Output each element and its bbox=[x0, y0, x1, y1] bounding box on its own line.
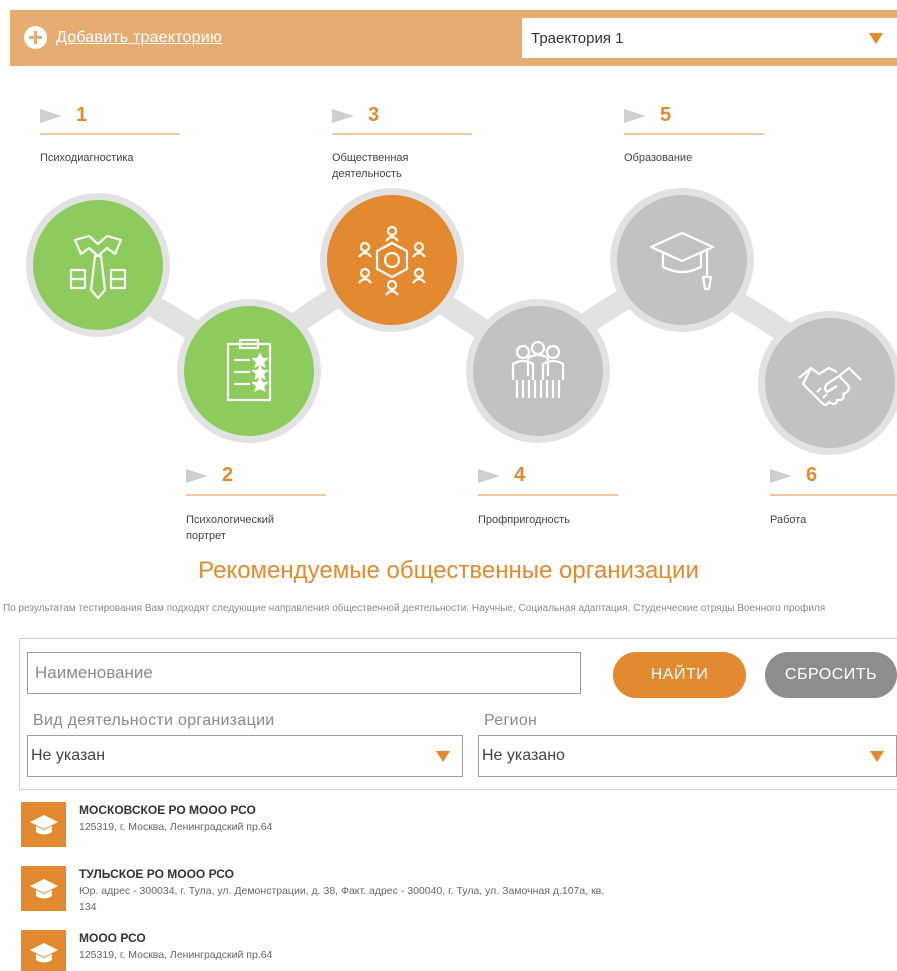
clipboard-stars-icon bbox=[226, 338, 272, 402]
activity-type-label: Вид деятельности организации bbox=[33, 712, 275, 729]
trajectory-select-value: Траектория 1 bbox=[531, 29, 624, 47]
step-4-header: 4 bbox=[478, 464, 525, 487]
section-title: Рекомендуемые общественные организации bbox=[198, 557, 699, 584]
step-divider bbox=[186, 494, 326, 496]
step-3-header: 3 bbox=[332, 104, 379, 127]
name-search-input[interactable] bbox=[27, 652, 581, 694]
step-divider bbox=[478, 494, 618, 496]
step-6-circle[interactable] bbox=[765, 318, 895, 448]
region-select[interactable]: Не указано bbox=[478, 735, 897, 777]
step-label: Общественная деятельность bbox=[332, 152, 409, 180]
region-value: Не указано bbox=[482, 747, 565, 764]
step-divider bbox=[770, 494, 897, 496]
graduation-cap-icon bbox=[21, 930, 66, 971]
organization-address: Юр. адрес - 300034, г. Тула, ул. Демонст… bbox=[79, 885, 605, 913]
step-number: 3 bbox=[368, 104, 380, 126]
step-number: 5 bbox=[660, 104, 672, 126]
organization-item[interactable]: МООО РСО 125319, г. Москва, Ленинградски… bbox=[21, 930, 609, 971]
step-1-header: 1 bbox=[40, 104, 87, 127]
trajectory-toolbar: Добавить траекторию Траектория 1 bbox=[10, 10, 897, 66]
step-divider bbox=[40, 133, 180, 135]
step-divider bbox=[332, 133, 472, 135]
people-network-icon bbox=[358, 225, 426, 296]
organization-address: 125319, г. Москва, Ленинградский пр.64 bbox=[79, 949, 273, 961]
activity-type-value: Не указан bbox=[31, 747, 106, 764]
step-number: 1 bbox=[76, 104, 88, 126]
find-button[interactable]: НАЙТИ bbox=[613, 652, 746, 698]
step-label: Работа bbox=[770, 514, 807, 526]
step-label: Психодиагностика bbox=[40, 152, 134, 164]
graduation-cap-icon bbox=[649, 231, 715, 291]
dropdown-arrow-icon bbox=[436, 751, 450, 762]
results-note: По результатам тестирования Вам подходят… bbox=[3, 603, 826, 614]
step-5-header: 5 bbox=[624, 104, 671, 127]
plus-circle-icon bbox=[24, 26, 47, 49]
shirt-tie-icon bbox=[69, 234, 127, 300]
graduation-cap-icon bbox=[21, 802, 66, 847]
arrow-right-icon bbox=[186, 468, 208, 483]
step-6-header: 6 bbox=[770, 464, 817, 487]
organization-item[interactable]: ТУЛЬСКОЕ РО МООО РСО Юр. адрес - 300034,… bbox=[21, 866, 609, 915]
group-people-icon bbox=[511, 340, 565, 398]
dropdown-arrow-icon bbox=[870, 751, 884, 762]
activity-type-select[interactable]: Не указан bbox=[27, 735, 463, 777]
arrow-right-icon bbox=[478, 468, 500, 483]
organization-name: МООО РСО bbox=[79, 931, 146, 945]
step-label: Профпригодность bbox=[478, 514, 570, 526]
organization-name: ТУЛЬСКОЕ РО МООО РСО bbox=[79, 867, 234, 881]
trajectory-select[interactable]: Траектория 1 bbox=[522, 18, 897, 58]
step-2-header: 2 bbox=[186, 464, 233, 487]
add-trajectory-link[interactable]: Добавить траекторию bbox=[24, 26, 222, 49]
graduation-cap-icon bbox=[21, 866, 66, 911]
organization-address: 125319, г. Москва, Ленинградский пр.64 bbox=[79, 821, 273, 833]
arrow-right-icon bbox=[770, 468, 792, 483]
organization-name: МОСКОВСКОЕ РО МООО РСО bbox=[79, 803, 256, 817]
arrow-right-icon bbox=[332, 108, 354, 123]
organization-item[interactable]: МОСКОВСКОЕ РО МООО РСО 125319, г. Москва… bbox=[21, 802, 609, 847]
step-3-circle[interactable] bbox=[327, 195, 457, 325]
step-5-circle[interactable] bbox=[617, 195, 747, 325]
step-number: 4 bbox=[514, 464, 526, 486]
step-2-circle[interactable] bbox=[184, 306, 314, 436]
reset-button[interactable]: СБРОСИТЬ bbox=[765, 652, 897, 698]
step-number: 6 bbox=[806, 464, 818, 486]
step-number: 2 bbox=[222, 464, 234, 486]
step-1-circle[interactable] bbox=[33, 200, 163, 330]
add-trajectory-label: Добавить траекторию bbox=[56, 28, 223, 46]
step-divider bbox=[624, 133, 764, 135]
arrow-right-icon bbox=[624, 108, 646, 123]
step-4-circle[interactable] bbox=[473, 306, 603, 436]
step-label: Психологический портрет bbox=[186, 514, 275, 542]
step-label: Образование bbox=[624, 152, 693, 164]
handshake-icon bbox=[798, 366, 862, 406]
arrow-right-icon bbox=[40, 108, 62, 123]
region-label: Регион bbox=[484, 712, 538, 729]
dropdown-arrow-icon bbox=[869, 33, 883, 44]
